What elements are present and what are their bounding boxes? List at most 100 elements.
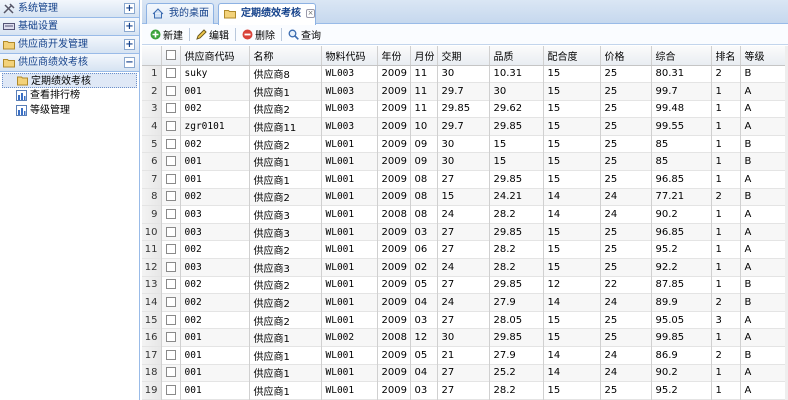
table-cell: 供应商1 [249,152,322,171]
table-row[interactable]: 10 003 供应商3 WL001 2009 03 27 29.85 15 25 96.85 1 A [142,223,788,241]
row-number: 3 [142,100,162,118]
row-checkbox[interactable] [161,117,181,136]
column-header[interactable]: 名称 [249,46,322,66]
row-checkbox[interactable] [161,135,181,153]
table-row[interactable]: 17 001 供应商1 WL001 2009 05 21 27.9 14 24 86.9 2 B [142,346,788,365]
column-header[interactable]: 等级 [740,46,788,66]
menu-item-grade-management[interactable]: 等级管理 [0,103,139,118]
row-checkbox[interactable] [161,240,181,259]
table-row[interactable]: 19 001 供应商1 WL001 2009 03 27 28.2 15 25 95.2 1 A [142,381,788,400]
new-button[interactable]: 新建 [146,26,187,43]
table-row[interactable]: 16 001 供应商1 WL002 2008 12 30 29.85 15 25 99.85 1 A [142,328,788,347]
column-header[interactable]: 品质 [489,46,544,66]
row-checkbox[interactable] [161,381,181,400]
table-cell: 1 [711,381,741,400]
table-row[interactable]: 6 001 供应商1 WL001 2009 09 30 15 15 25 85 1 B [142,152,788,171]
table-cell: A [740,240,788,259]
table-cell: 89.9 [651,293,712,312]
new-label: 新建 [163,30,183,42]
section-supplier-development[interactable]: 供应商开发管理 + [0,36,139,54]
row-checkbox[interactable] [161,311,181,329]
table-cell: 2009 [377,258,411,277]
row-checkbox[interactable] [161,258,181,277]
column-header[interactable]: 交期 [437,46,490,66]
column-header[interactable]: 年份 [377,46,411,66]
table-cell: 1 [711,205,741,224]
table-cell: 27 [437,223,490,241]
table-cell: 27 [437,276,490,294]
close-icon[interactable]: × [306,9,315,18]
table-cell: 15 [543,240,601,259]
table-row[interactable]: 9 003 供应商3 WL001 2008 08 24 28.2 14 24 90.2 1 A [142,205,788,224]
row-checkbox[interactable] [161,170,181,189]
row-checkbox[interactable] [161,346,181,365]
table-cell: 27.9 [489,293,544,312]
tab-periodic-assessment[interactable]: 定期绩效考核 × [218,3,316,25]
row-checkbox[interactable] [161,293,181,312]
tab-my-desktop[interactable]: 我的桌面 [146,3,214,24]
table-row[interactable]: 11 002 供应商2 WL001 2009 06 27 28.2 15 25 95.2 1 A [142,240,788,259]
delete-button[interactable]: 删除 [238,26,279,43]
row-checkbox[interactable] [161,152,181,171]
section-title: 系统管理 [18,3,58,14]
search-button[interactable]: 查询 [284,26,325,43]
column-header[interactable]: 物料代码 [321,46,378,66]
table-cell: 80.31 [651,65,712,83]
table-cell: 30 [437,65,490,83]
table-row[interactable]: 5 002 供应商2 WL001 2009 09 30 15 15 25 85 1 B [142,135,788,153]
expand-toggle[interactable]: + [124,39,135,50]
row-checkbox[interactable] [161,223,181,241]
collapse-toggle[interactable]: − [124,57,135,68]
table-cell: 28.05 [489,311,544,329]
row-checkbox[interactable] [161,276,181,294]
table-row[interactable]: 1 suky 供应商8 WL003 2009 11 30 10.31 15 25 80.31 2 B [142,65,788,83]
column-header[interactable]: 配合度 [543,46,601,66]
row-checkbox[interactable] [161,100,181,118]
table-cell: 25 [600,65,652,83]
row-number: 11 [142,240,162,259]
table-row[interactable]: 3 002 供应商2 WL003 2009 11 29.85 29.62 15 25 99.48 1 A [142,100,788,118]
table-cell: WL001 [321,188,378,206]
table-row[interactable]: 8 002 供应商2 WL001 2009 08 15 24.21 14 24 77.21 2 B [142,188,788,206]
expand-toggle[interactable]: + [124,21,135,32]
table-cell: 09 [410,152,438,171]
table-row[interactable]: 15 002 供应商2 WL001 2009 03 27 28.05 15 25 95.05 3 A [142,311,788,329]
table-cell: WL001 [321,293,378,312]
table-cell: 2009 [377,82,411,101]
table-row[interactable]: 2 001 供应商1 WL003 2009 11 29.7 30 15 25 99.7 1 A [142,82,788,101]
row-checkbox[interactable] [161,65,181,83]
menu-item-periodic-assessment[interactable]: 定期绩效考核 [2,73,137,88]
table-row[interactable]: 12 003 供应商3 WL001 2009 02 24 28.2 15 25 92.2 1 A [142,258,788,277]
row-checkbox[interactable] [161,364,181,382]
column-header[interactable]: 月份 [410,46,438,66]
row-checkbox[interactable] [161,205,181,224]
row-checkbox[interactable] [161,82,181,101]
menu-item-ranking[interactable]: 查看排行榜 [0,88,139,103]
section-supplier-performance[interactable]: 供应商绩效考核 − [0,54,139,72]
table-row[interactable]: 13 002 供应商2 WL001 2009 05 27 29.85 12 22 87.85 1 B [142,276,788,294]
table-cell: 1 [711,364,741,382]
table-row[interactable]: 4 zgr0101 供应商11 WL003 2009 10 29.7 29.85 15 25 99.… [142,117,788,136]
row-checkbox[interactable] [161,188,181,206]
row-checkbox[interactable] [161,328,181,347]
table-row[interactable]: 14 002 供应商2 WL001 2009 04 24 27.9 14 24 89.9 2 B [142,293,788,312]
table-row[interactable]: 18 001 供应商1 WL001 2009 04 27 25.2 14 24 90.2 1 A [142,364,788,382]
section-basic-settings[interactable]: 基础设置 + [0,18,139,36]
table-cell: 15 [543,152,601,171]
table-row[interactable]: 7 001 供应商1 WL001 2009 08 27 29.85 15 25 96.85 1 A [142,170,788,189]
column-header[interactable]: 排名 [711,46,741,66]
section-system-management[interactable]: 系统管理 + [0,0,139,18]
table-cell: 27 [437,170,490,189]
column-header[interactable]: 价格 [600,46,652,66]
table-cell: 2 [711,293,741,312]
row-number: 13 [142,276,162,294]
search-label: 查询 [301,30,321,42]
edit-label: 编辑 [209,30,229,42]
table-cell: 10.31 [489,65,544,83]
column-header[interactable]: 供应商代码 [180,46,250,66]
edit-button[interactable]: 编辑 [192,26,233,43]
select-all-checkbox[interactable] [161,46,181,66]
table-cell: B [740,293,788,312]
expand-toggle[interactable]: + [124,3,135,14]
column-header[interactable]: 综合 [651,46,712,66]
